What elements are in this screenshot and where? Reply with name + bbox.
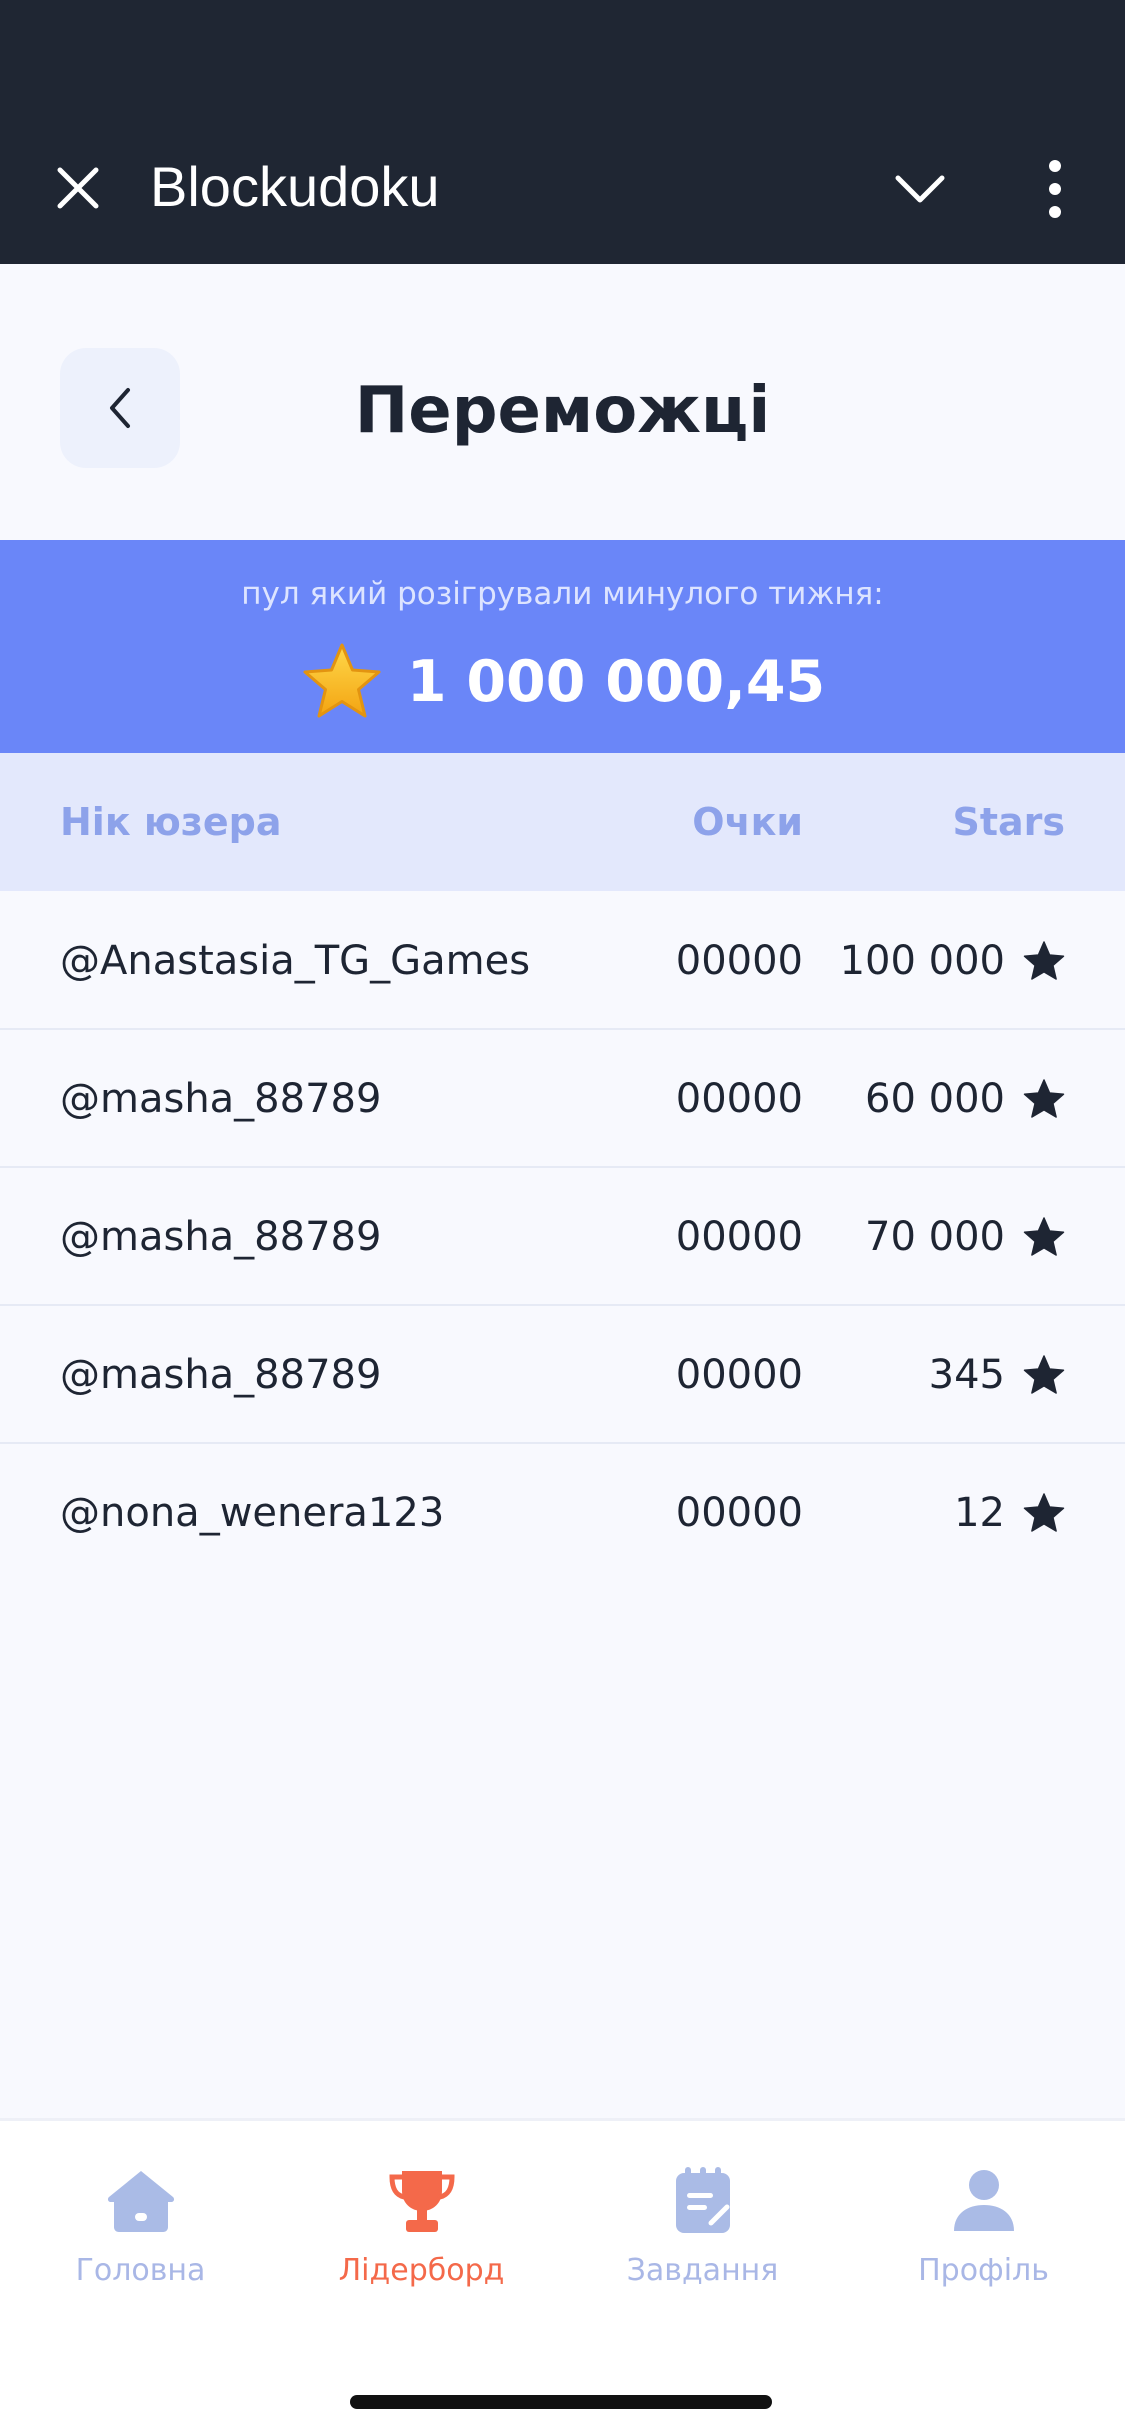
row-stars: 345	[928, 1352, 1005, 1398]
tab-profile[interactable]: Профіль	[843, 2165, 1124, 2291]
table-row: @masha_88789 00000 60 000	[0, 1030, 1125, 1168]
more-vertical-icon[interactable]	[1040, 158, 1070, 220]
row-nick: @nona_wenera123	[60, 1490, 445, 1536]
close-icon[interactable]	[52, 162, 104, 214]
row-stars: 60 000	[865, 1076, 1005, 1122]
app-title: Blockudoku	[150, 155, 440, 218]
top-app-bar: Blockudoku	[0, 0, 1125, 264]
home-indicator	[350, 2395, 772, 2409]
row-points: 00000	[675, 938, 803, 984]
prize-pool-amount-row: 1 000 000,45	[0, 640, 1125, 724]
row-nick: @masha_88789	[60, 1352, 382, 1398]
tab-tasks[interactable]: Завдання	[562, 2165, 843, 2291]
table-row: @nona_wenera123 00000 12	[0, 1444, 1125, 1582]
row-nick: @masha_88789	[60, 1214, 382, 1260]
trophy-icon	[388, 2171, 455, 2232]
chevron-down-icon[interactable]	[892, 168, 948, 208]
tab-label: Профіль	[918, 2253, 1049, 2288]
gold-star-icon	[303, 643, 381, 718]
row-points: 00000	[675, 1490, 803, 1536]
tab-label: Головна	[75, 2253, 206, 2288]
column-header-points: Очки	[692, 800, 803, 844]
star-icon	[1023, 1493, 1065, 1532]
column-header-stars: Stars	[952, 800, 1065, 844]
star-icon	[1023, 941, 1065, 980]
table-row: @masha_88789 00000 345	[0, 1306, 1125, 1444]
tab-home[interactable]: Головна	[0, 2165, 281, 2291]
home-icon	[107, 2171, 174, 2232]
table-header: Нік юзера Очки Stars	[0, 753, 1125, 891]
row-points: 00000	[675, 1076, 803, 1122]
row-points: 00000	[675, 1214, 803, 1260]
star-icon	[1023, 1079, 1065, 1118]
prize-pool-banner: пул який розігрували минулого тижня: 1 0…	[0, 540, 1125, 753]
tasks-icon	[675, 2167, 730, 2233]
prize-pool-subtitle: пул який розігрували минулого тижня:	[241, 576, 884, 612]
table-row: @Anastasia_TG_Games 00000 100 000	[0, 892, 1125, 1030]
star-icon	[1023, 1355, 1065, 1394]
winners-list: @Anastasia_TG_Games 00000 100 000 @masha…	[0, 892, 1125, 1582]
row-stars: 12	[954, 1490, 1005, 1536]
page-title: Переможці	[354, 374, 771, 448]
bottom-tab-bar: Головна Лідерборд Завдання Профіль	[0, 2118, 1125, 2436]
profile-icon	[953, 2170, 1014, 2231]
row-stars: 100 000	[839, 938, 1005, 984]
table-row: @masha_88789 00000 70 000	[0, 1168, 1125, 1306]
tab-leaderboard[interactable]: Лідерборд	[281, 2165, 562, 2291]
row-points: 00000	[675, 1352, 803, 1398]
tab-label: Завдання	[626, 2253, 779, 2288]
star-icon	[1023, 1217, 1065, 1256]
row-stars: 70 000	[865, 1214, 1005, 1260]
column-header-nick: Нік юзера	[60, 800, 282, 844]
prize-pool-amount: 1 000 000,45	[406, 649, 826, 715]
tab-label: Лідерборд	[338, 2253, 505, 2288]
row-nick: @Anastasia_TG_Games	[60, 938, 531, 984]
row-nick: @masha_88789	[60, 1076, 382, 1122]
